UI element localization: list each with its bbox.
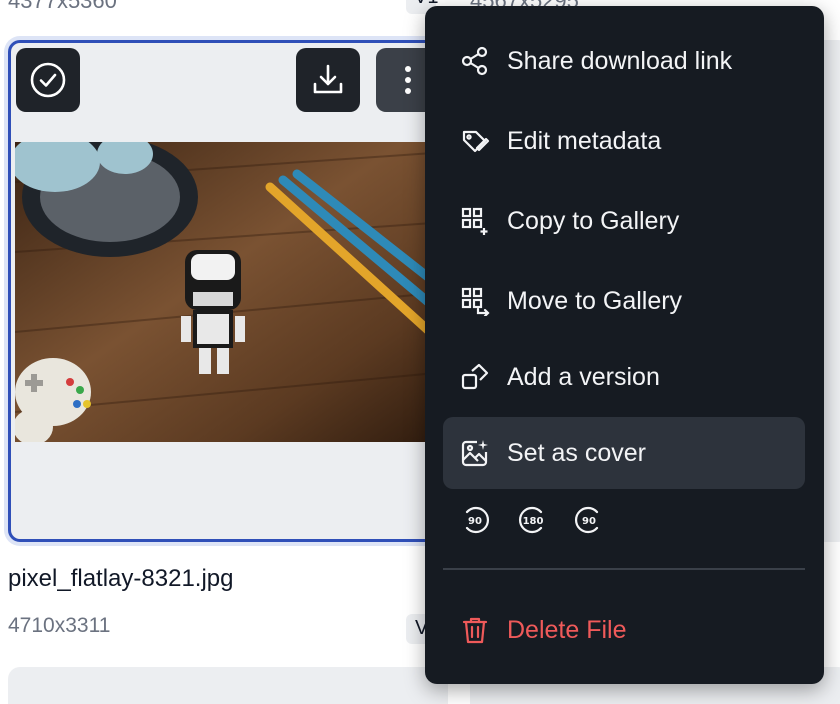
rotate-left-90-icon: 90 [465,506,489,534]
flatlay-photo [15,142,445,442]
download-icon [313,64,343,94]
share-icon [459,45,491,77]
rotate-label: 180 [523,516,544,527]
rotate-right-90-button[interactable]: 90 [571,502,605,536]
menu-divider [443,568,805,570]
menu-item-label: Share download link [507,46,733,75]
set-cover-icon [459,437,491,469]
move-to-gallery-icon [459,285,491,317]
file-context-menu: Share download link Edit metadata Copy t… [425,6,824,684]
menu-item-label: Edit metadata [507,126,662,155]
download-button[interactable] [296,48,360,112]
menu-item-add-version[interactable]: Add a version [443,341,805,413]
image-dimensions: 4710x3311 [8,614,111,637]
menu-item-copy-to-gallery[interactable]: Copy to Gallery [443,185,805,257]
select-checkbox[interactable] [16,48,80,112]
rotate-left-90-button[interactable]: 90 [459,502,493,536]
trash-icon [459,614,491,646]
copy-to-gallery-icon [459,205,491,237]
image-card-selected[interactable] [8,40,448,542]
menu-item-label: Move to Gallery [507,286,683,315]
menu-item-move-to-gallery[interactable]: Move to Gallery [443,265,805,337]
menu-item-share-download-link[interactable]: Share download link [443,25,805,97]
rotate-label: 90 [582,516,596,527]
menu-item-label: Set as cover [507,438,646,467]
rotate-180-icon: 180 [519,506,544,534]
rotate-actions: 90 180 90 [459,502,605,536]
rotate-right-90-icon: 90 [575,506,599,534]
menu-item-set-as-cover[interactable]: Set as cover [443,417,805,489]
check-circle-icon [30,62,66,98]
image-thumbnail[interactable] [15,142,445,442]
menu-item-label: Copy to Gallery [507,206,680,235]
next-image-card[interactable] [8,667,448,704]
file-name: pixel_flatlay-8321.jpg [8,565,234,592]
menu-item-delete-file[interactable]: Delete File [443,594,805,666]
rotate-label: 90 [468,516,482,527]
add-version-icon [459,361,491,393]
edit-metadata-icon [459,125,491,157]
rotate-180-button[interactable]: 180 [515,502,549,536]
top-image-dimensions: 4377x5360 [8,0,117,13]
more-vertical-icon [405,66,411,94]
menu-item-edit-metadata[interactable]: Edit metadata [443,105,805,177]
menu-item-label: Delete File [507,615,627,644]
menu-item-label: Add a version [507,362,660,391]
